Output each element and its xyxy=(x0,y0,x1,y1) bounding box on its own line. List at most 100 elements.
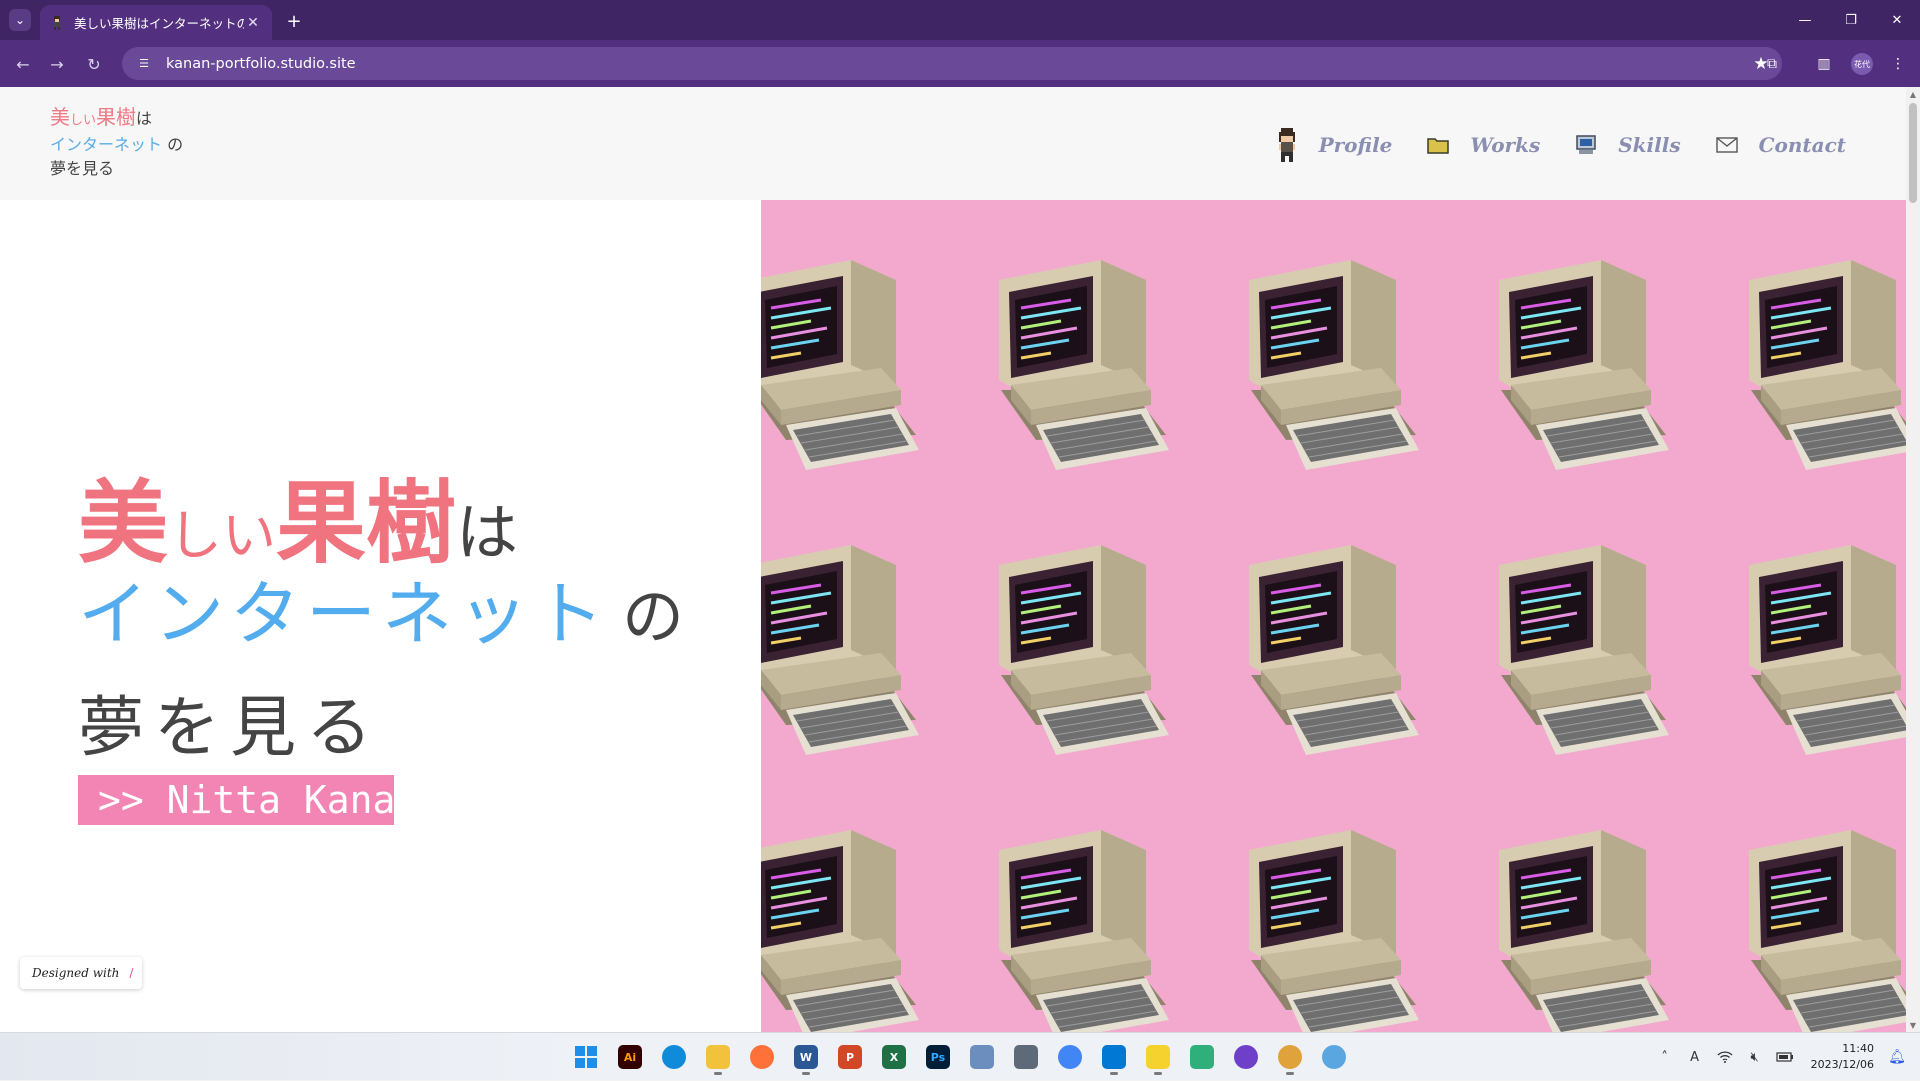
scrollbar-thumb[interactable] xyxy=(1909,103,1917,203)
retro-computer-image-9 xyxy=(1481,525,1671,770)
retro-computer-image-15 xyxy=(1731,810,1906,1032)
illustrator-app-glyph: Ai xyxy=(618,1045,642,1069)
retro-computer-image-6 xyxy=(761,525,921,770)
side-panel-icon[interactable]: ▥ xyxy=(1812,52,1836,76)
retro-computer-image-11 xyxy=(761,810,921,1032)
clock-date: 2023/12/06 xyxy=(1810,1058,1874,1071)
github-desktop-app-glyph xyxy=(1234,1045,1258,1069)
back-button[interactable]: ← xyxy=(10,51,36,77)
reload-button[interactable]: ↻ xyxy=(81,51,107,77)
file-explorer-app-glyph xyxy=(706,1045,730,1069)
brand-katakana: インターネット xyxy=(50,135,163,154)
restore-button[interactable]: ❐ xyxy=(1828,0,1874,40)
paint-app-icon[interactable] xyxy=(964,1039,1000,1075)
nav-profile-link[interactable]: Profile xyxy=(1319,133,1393,157)
excel-app-icon[interactable]: X xyxy=(876,1039,912,1075)
nav-item-skills[interactable]: Skills xyxy=(1572,131,1681,159)
nav-item-contact[interactable]: Contact xyxy=(1713,131,1846,159)
sticky-notes-app-glyph xyxy=(1146,1045,1170,1069)
file-explorer-app-icon[interactable] xyxy=(700,1039,736,1075)
retro-computer-pattern xyxy=(761,200,1906,1032)
brand-char-1: 美 xyxy=(50,105,70,129)
forward-button[interactable]: → xyxy=(44,51,70,77)
paint-app-glyph xyxy=(970,1045,994,1069)
notification-bell-icon[interactable]: 🔔︎ xyxy=(1882,1042,1912,1072)
photoshop-app-icon[interactable]: Ps xyxy=(920,1039,956,1075)
retro-computer-image-7 xyxy=(981,525,1171,770)
running-indicator xyxy=(714,1072,722,1075)
running-indicator xyxy=(1110,1072,1118,1075)
chrome-profile-app-glyph xyxy=(1278,1045,1302,1069)
github-desktop-app-icon[interactable] xyxy=(1228,1039,1264,1075)
address-bar[interactable]: ☰ kanan-portfolio.studio.site ★ xyxy=(122,47,1782,80)
vscode-app-icon[interactable] xyxy=(1096,1039,1132,1075)
site-nav: Profile Works Skills Contact xyxy=(1241,123,1846,167)
hero-text-panel: 美しい果樹は インターネットの 夢を見る >> Nitta Kana Desig… xyxy=(0,200,761,1032)
close-window-button[interactable]: ✕ xyxy=(1874,0,1920,40)
site-info-icon[interactable]: ☰ xyxy=(136,56,152,72)
chrome-app-icon[interactable] xyxy=(1052,1039,1088,1075)
nav-item-works[interactable]: Works xyxy=(1424,131,1540,159)
hero-katakana: インターネット xyxy=(78,573,610,655)
word-app-glyph: W xyxy=(794,1045,818,1069)
clock-time: 11:40 xyxy=(1842,1042,1874,1055)
app-globe-icon[interactable] xyxy=(1316,1039,1352,1075)
nav-works-link[interactable]: Works xyxy=(1470,133,1540,157)
nav-skills-link[interactable]: Skills xyxy=(1618,133,1680,157)
wifi-icon[interactable] xyxy=(1713,1045,1737,1069)
calculator-app-glyph xyxy=(1014,1045,1038,1069)
pixel-avatar-icon xyxy=(1273,128,1301,162)
folder-icon xyxy=(1424,131,1452,159)
studio-designed-with-badge[interactable]: Designed with / xyxy=(20,957,142,989)
app-green-icon[interactable] xyxy=(1184,1039,1220,1075)
tab-close-icon[interactable]: ✕ xyxy=(244,15,262,31)
address-bar-url[interactable]: kanan-portfolio.studio.site xyxy=(166,56,1746,72)
hero-title-line-2: インターネットの xyxy=(78,558,684,659)
tab-title: 美しい果樹はインターネットの夢を見 xyxy=(74,16,244,31)
windows-taskbar: Ai W P X Ps ˄ A 🔇︎ 11:40 2023/12/06 🔔︎ xyxy=(0,1032,1920,1080)
powerpoint-app-icon[interactable]: P xyxy=(832,1039,868,1075)
browser-tab-active[interactable]: 美しい果樹はインターネットの夢を見 ✕ xyxy=(40,5,272,40)
retro-computer-image-5 xyxy=(1731,240,1906,485)
page-scrollbar[interactable]: ▲ ▼ xyxy=(1906,87,1920,1032)
sticky-notes-app-icon[interactable] xyxy=(1140,1039,1176,1075)
app-green-glyph xyxy=(1190,1045,1214,1069)
volume-muted-icon[interactable]: 🔇︎ xyxy=(1743,1045,1767,1069)
author-name-badge: >> Nitta Kana xyxy=(78,775,395,825)
battery-icon[interactable] xyxy=(1773,1045,1797,1069)
chrome-profile-app-icon[interactable] xyxy=(1272,1039,1308,1075)
scroll-up-arrow-icon[interactable]: ▲ xyxy=(1906,87,1920,101)
extensions-icon[interactable]: ⧉ xyxy=(1760,52,1784,76)
mail-icon xyxy=(1713,131,1741,159)
profile-avatar[interactable]: 花代 xyxy=(1851,53,1873,75)
site-logo[interactable]: 美しい果樹は インターネット の 夢を見る xyxy=(50,105,250,181)
ime-indicator[interactable]: A xyxy=(1683,1045,1707,1069)
illustrator-app-icon[interactable]: Ai xyxy=(612,1039,648,1075)
retro-computer-image-4 xyxy=(1481,240,1671,485)
browser-menu-icon[interactable]: ⋮ xyxy=(1886,52,1910,76)
retro-computer-image-8 xyxy=(1231,525,1421,770)
start-button-icon[interactable] xyxy=(568,1039,604,1075)
nav-item-profile[interactable]: Profile xyxy=(1273,128,1393,162)
tab-search-button[interactable]: ⌄ xyxy=(9,9,31,31)
powerpoint-app-glyph: P xyxy=(838,1045,862,1069)
retro-computer-image-12 xyxy=(981,810,1171,1032)
minimize-button[interactable]: — xyxy=(1782,0,1828,40)
brand-char-4: は xyxy=(136,109,153,128)
tray-overflow-icon[interactable]: ˄ xyxy=(1653,1045,1677,1069)
nav-contact-link[interactable]: Contact xyxy=(1759,133,1846,157)
photoshop-app-glyph: Ps xyxy=(926,1045,950,1069)
web-page: 美しい果樹は インターネット の 夢を見る Profile Works Skil… xyxy=(0,87,1906,1032)
word-app-icon[interactable]: W xyxy=(788,1039,824,1075)
new-tab-button[interactable]: + xyxy=(282,9,306,33)
edge-app-icon[interactable] xyxy=(656,1039,692,1075)
calculator-app-icon[interactable] xyxy=(1008,1039,1044,1075)
vscode-app-glyph xyxy=(1102,1045,1126,1069)
running-indicator xyxy=(1154,1072,1162,1075)
window-controls: — ❐ ✕ xyxy=(1782,0,1920,40)
taskbar-clock[interactable]: 11:40 2023/12/06 xyxy=(1811,1041,1874,1073)
firefox-app-icon[interactable] xyxy=(744,1039,780,1075)
scroll-down-arrow-icon[interactable]: ▼ xyxy=(1906,1018,1920,1032)
retro-computer-image-1 xyxy=(761,240,921,485)
computer-icon xyxy=(1572,131,1600,159)
